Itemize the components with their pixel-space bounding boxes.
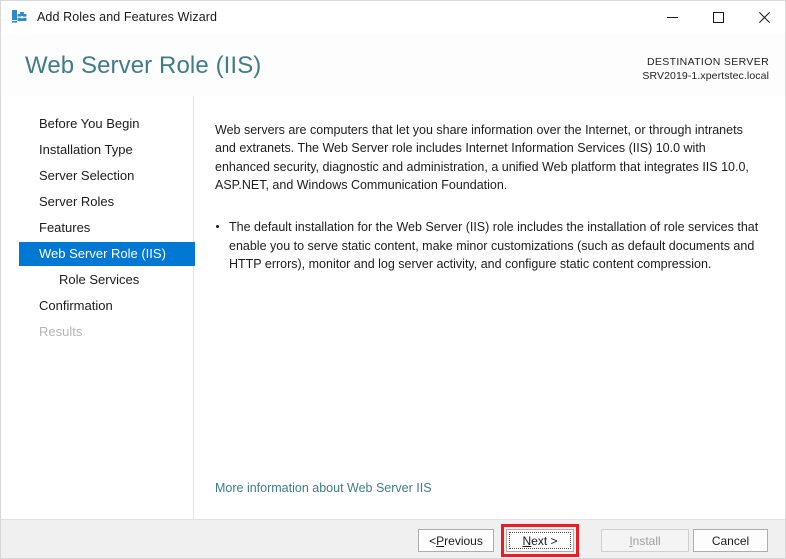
next-rest: ext > — [531, 533, 558, 548]
wizard-step-nav: Before You Begin Installation Type Serve… — [1, 96, 217, 519]
window-title: Add Roles and Features Wizard — [37, 10, 218, 24]
nav-item-web-server-role-iis[interactable]: Web Server Role (IIS) — [19, 242, 217, 266]
maximize-button[interactable] — [695, 2, 741, 33]
wizard-content: Web servers are computers that let you s… — [195, 96, 785, 519]
close-icon — [758, 11, 770, 23]
install-rest: nstall — [632, 533, 661, 548]
details-bullet-list: The default installation for the Web Ser… — [215, 218, 763, 274]
nav-item-confirmation[interactable]: Confirmation — [1, 294, 193, 318]
nav-item-server-roles[interactable]: Server Roles — [1, 190, 193, 214]
wizard-body: Before You Begin Installation Type Serve… — [1, 96, 785, 519]
nav-item-features[interactable]: Features — [1, 216, 193, 240]
close-button[interactable] — [741, 2, 785, 33]
install-button: Install — [601, 529, 689, 552]
minimize-icon — [666, 16, 678, 18]
page-header: Web Server Role (IIS) DESTINATION SERVER… — [1, 33, 785, 96]
list-item: The default installation for the Web Ser… — [215, 218, 763, 274]
nav-item-server-selection[interactable]: Server Selection — [1, 164, 193, 188]
bullet-dot-icon — [216, 225, 219, 228]
nav-item-role-services[interactable]: Role Services — [1, 268, 193, 292]
destination-server-value: SRV2019-1.xpertstec.local — [642, 70, 769, 82]
nav-item-results: Results — [39, 324, 83, 339]
page-title: Web Server Role (IIS) — [25, 52, 262, 79]
more-information-link[interactable]: More information about Web Server IIS — [215, 481, 432, 495]
add-roles-features-wizard-window: Add Roles and Features Wizard Web Server… — [0, 0, 786, 559]
previous-rest: revious — [444, 533, 483, 548]
minimize-button[interactable] — [649, 2, 695, 33]
destination-server-label: DESTINATION SERVER — [646, 56, 769, 68]
bullet-text: The default installation for the Web Ser… — [229, 220, 759, 271]
previous-prefix: < — [429, 533, 437, 548]
next-button[interactable]: Next > — [506, 529, 574, 552]
nav-item-before-you-begin[interactable]: Before You Begin — [1, 112, 193, 136]
intro-paragraph: Web servers are computers that let you s… — [215, 122, 749, 193]
maximize-icon — [712, 11, 724, 23]
cancel-button[interactable]: Cancel — [693, 529, 768, 552]
roles-features-wizard-icon — [11, 9, 28, 26]
next-accel: N — [522, 533, 532, 548]
nav-item-installation-type[interactable]: Installation Type — [1, 138, 193, 162]
previous-button[interactable]: < Previous — [418, 529, 494, 552]
title-bar: Add Roles and Features Wizard — [1, 1, 785, 33]
destination-server-block: DESTINATION SERVER SRV2019-1.xpertstec.l… — [642, 55, 769, 83]
previous-accel: P — [436, 533, 445, 548]
wizard-footer: < Previous Next > Install Cancel — [1, 519, 785, 558]
